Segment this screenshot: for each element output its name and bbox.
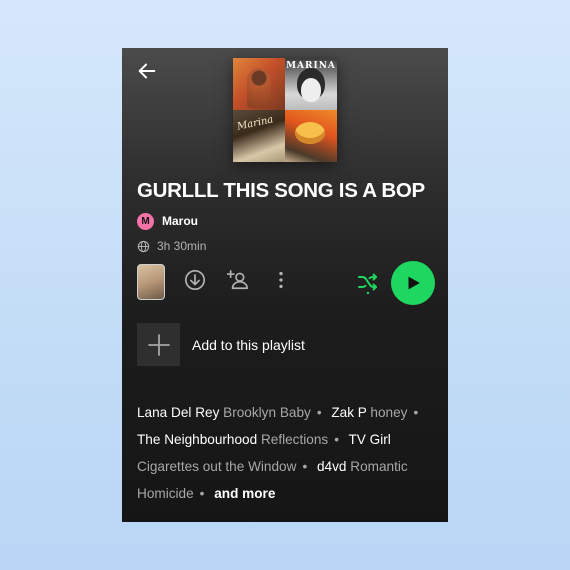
cover-tile-2-text: MARINA [286,61,336,71]
song-artist: Zak P [331,405,367,420]
add-to-playlist-button[interactable]: Add to this playlist [137,323,305,366]
featured-songs: Lana Del Rey Brooklyn Baby • Zak P honey •… [137,405,419,501]
song-title: Brooklyn Baby [223,405,311,420]
avatar: M [137,212,154,230]
add-collaborator-icon[interactable] [227,269,249,291]
playlist-cover: MARINA Marina [233,58,337,162]
cover-tile-3: Marina [233,110,285,162]
playlist-screen: MARINA Marina GURLLL THIS SONG IS A BOP … [122,48,448,522]
more-options-icon[interactable] [270,269,292,291]
shuffle-icon[interactable] [356,270,380,294]
and-more-link[interactable]: and more [214,486,275,501]
playlist-duration: 3h 30min [137,239,206,253]
duration-text: 3h 30min [157,239,207,253]
song-artist: TV Girl [348,432,391,447]
song-title: honey [370,405,408,420]
song-artist: Lana Del Rey [137,405,220,420]
cover-tile-3-text: Marina [236,114,275,133]
back-arrow-icon[interactable] [136,60,158,82]
add-tile [137,323,180,366]
playlist-thumbnail-button[interactable] [137,264,165,300]
owner-name: Marou [162,214,198,228]
song-artist: d4vd [316,459,347,474]
action-bar [122,261,448,305]
playlist-title: GURLLL THIS SONG IS A BOP [137,179,425,202]
add-to-playlist-label: Add to this playlist [192,336,305,353]
play-icon [408,276,420,290]
cover-tile-2: MARINA [285,58,337,110]
playlist-owner[interactable]: M Marou [137,212,198,230]
cover-tile-1 [233,58,285,110]
download-icon[interactable] [184,269,206,291]
cover-tile-4 [285,110,337,162]
globe-icon [137,240,150,252]
song-artist: The Neighbourhood [137,432,258,447]
song-title: Reflections [260,432,329,447]
play-button[interactable] [391,261,435,305]
plus-icon [147,333,170,356]
song-title: Cigarettes out the Window [137,459,297,474]
